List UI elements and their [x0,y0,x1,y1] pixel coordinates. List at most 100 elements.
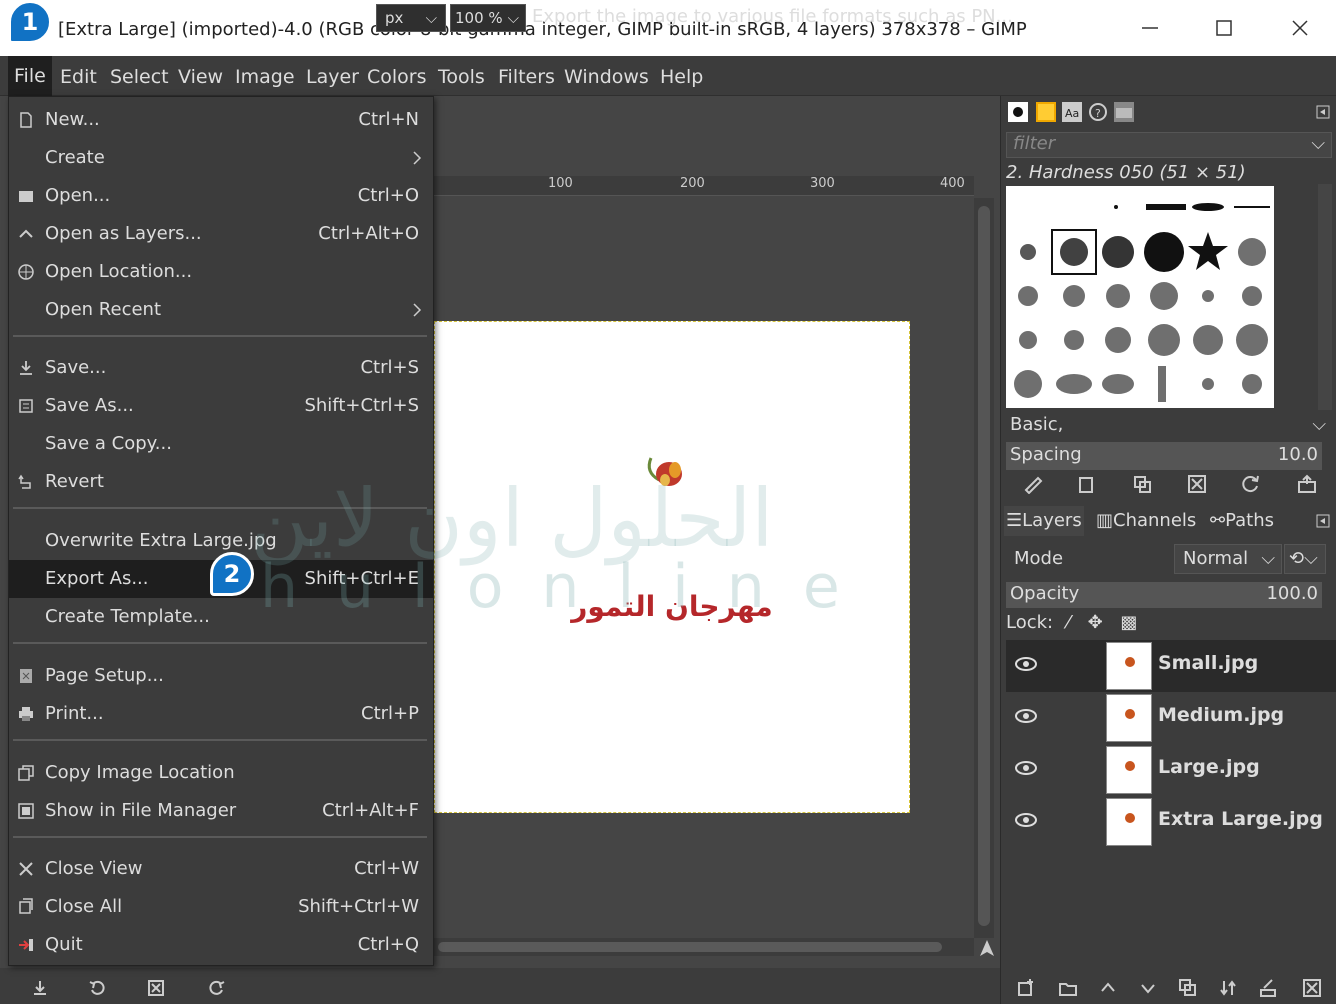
brushes-tab-icon[interactable] [1008,102,1028,122]
minimize-icon[interactable] [1138,16,1162,40]
new-brush-icon[interactable] [1076,474,1098,494]
eye-icon[interactable] [1014,654,1038,674]
ruler-tick: 400 [940,176,965,191]
menu-item-create-template[interactable]: Create Template... [9,598,433,636]
lock-pixels-icon[interactable]: ⁄ [1067,612,1070,633]
save-options-icon[interactable] [30,978,50,998]
layers-tabs: ☰Layers ▥Channels ⚯Paths [1004,506,1330,536]
reset-icon[interactable] [206,978,226,998]
menu-item-page-setup[interactable]: Page Setup... [9,657,433,695]
delete-icon[interactable] [146,978,166,998]
edit-brush-icon[interactable] [1022,474,1044,494]
menu-item-open-location[interactable]: Open Location... [9,253,433,291]
maximize-icon[interactable] [1212,16,1236,40]
image-canvas[interactable]: مهرجان التمور [434,321,910,813]
fonts-tab-icon[interactable]: Aa [1062,102,1082,122]
open-brush-as-image-icon[interactable] [1296,474,1318,494]
layer-mask-icon[interactable] [1258,978,1278,998]
menu-item-quit[interactable]: Quit Ctrl+Q [9,926,433,964]
raise-layer-icon[interactable] [1098,978,1118,998]
copy-icon [18,765,34,781]
delete-brush-icon[interactable] [1186,474,1208,494]
layer-row[interactable]: Small.jpg [1006,640,1336,692]
panel-menu-icon[interactable] [1316,514,1330,528]
restore-icon[interactable] [88,978,108,998]
horizontal-scrollbar[interactable] [434,938,974,956]
close-all-icon [19,898,33,914]
menu-image[interactable]: Image [235,66,295,88]
panel-menu-icon[interactable] [1316,102,1330,122]
menu-item-open[interactable]: Open... Ctrl+O [9,177,433,215]
brush-filter-input[interactable]: filter ⌵ [1006,132,1332,158]
mode-select[interactable]: Normal ⌵ [1174,544,1282,574]
scroll-thumb[interactable] [978,206,990,926]
close-window-icon[interactable] [1288,16,1312,40]
delete-layer-icon[interactable] [1302,978,1322,998]
tab-paths[interactable]: ⚯Paths [1208,506,1276,536]
patterns-tab-icon[interactable] [1036,102,1056,122]
menu-item-close-all[interactable]: Close All Shift+Ctrl+W [9,888,433,926]
menu-item-print[interactable]: Print... Ctrl+P [9,695,433,733]
opacity-spinner[interactable]: Opacity 100.0 [1006,582,1322,608]
menu-colors[interactable]: Colors [367,66,427,88]
eye-icon[interactable] [1014,758,1038,778]
menu-item-create[interactable]: Create [9,139,433,177]
menu-file[interactable]: File [8,56,52,96]
layer-row[interactable]: Large.jpg [1006,744,1336,796]
layer-row[interactable]: Medium.jpg [1006,692,1336,744]
menu-item-label: New... [45,109,100,130]
lower-layer-icon[interactable] [1138,978,1158,998]
menu-tools[interactable]: Tools [438,66,485,88]
menu-item-save-as[interactable]: Save As... Shift+Ctrl+S [9,387,433,425]
lock-alpha-icon[interactable]: ▩ [1120,612,1137,633]
scroll-thumb[interactable] [438,942,942,952]
document-history-icon[interactable]: ? [1088,102,1108,122]
paths-tab-icon: ⚯ [1210,510,1226,531]
brush-tag-select[interactable]: Basic, ⌵ [1006,412,1332,440]
menu-item-open-recent[interactable]: Open Recent [9,291,433,329]
mode-reset-button[interactable]: ⟲⌵ [1284,544,1326,574]
lock-position-icon[interactable]: ✥ [1088,612,1103,633]
zoom-select[interactable]: 100 % ⌵ [450,4,526,32]
menu-item-show-in-file-manager[interactable]: Show in File Manager Ctrl+Alt+F [9,792,433,830]
merge-down-icon[interactable] [1218,978,1238,998]
refresh-brushes-icon[interactable] [1240,474,1262,494]
menu-item-label: Page Setup... [45,665,164,686]
menu-item-copy-image-location[interactable]: Copy Image Location [9,754,433,792]
tab-layers[interactable]: ☰Layers [1004,506,1084,536]
new-layer-icon[interactable] [1016,978,1036,998]
menu-filters[interactable]: Filters [498,66,555,88]
gradients-tab-icon[interactable] [1114,102,1134,122]
duplicate-brush-icon[interactable] [1132,474,1154,494]
menu-item-label: Create [45,147,105,168]
brush-scrollbar[interactable] [1318,184,1332,410]
menu-item-revert[interactable]: Revert [9,463,433,501]
brush-grid[interactable] [1006,186,1274,408]
eye-icon[interactable] [1014,810,1038,830]
svg-text:Aa: Aa [1065,107,1079,120]
unit-select[interactable]: px ⌵ [376,4,446,32]
vertical-scrollbar[interactable] [974,198,994,938]
spacing-label: Spacing [1010,444,1082,465]
duplicate-layer-icon[interactable] [1178,978,1198,998]
chevron-down-icon[interactable]: ⌵ [1311,133,1325,154]
menu-item-new[interactable]: New... Ctrl+N [9,101,433,139]
navigate-icon[interactable] [978,938,996,958]
layer-name: Small.jpg [1158,652,1259,674]
menu-item-save[interactable]: Save... Ctrl+S [9,349,433,387]
menu-view[interactable]: View [178,66,223,88]
new-layer-group-icon[interactable] [1058,978,1078,998]
eye-icon[interactable] [1014,706,1038,726]
menu-item-open-as-layers[interactable]: Open as Layers... Ctrl+Alt+O [9,215,433,253]
menu-layer[interactable]: Layer [306,66,359,88]
menu-windows[interactable]: Windows [564,66,649,88]
menu-edit[interactable]: Edit [60,66,97,88]
menu-help[interactable]: Help [660,66,703,88]
spacing-spinner[interactable]: Spacing 10.0 [1006,442,1322,470]
tab-channels[interactable]: ▥Channels [1094,506,1198,536]
layer-row[interactable]: Extra Large.jpg [1006,796,1336,848]
menu-item-close-view[interactable]: Close View Ctrl+W [9,850,433,888]
menu-item-save-a-copy[interactable]: Save a Copy... [9,425,433,463]
menu-item-label: Copy Image Location [45,762,235,783]
menu-select[interactable]: Select [110,66,169,88]
